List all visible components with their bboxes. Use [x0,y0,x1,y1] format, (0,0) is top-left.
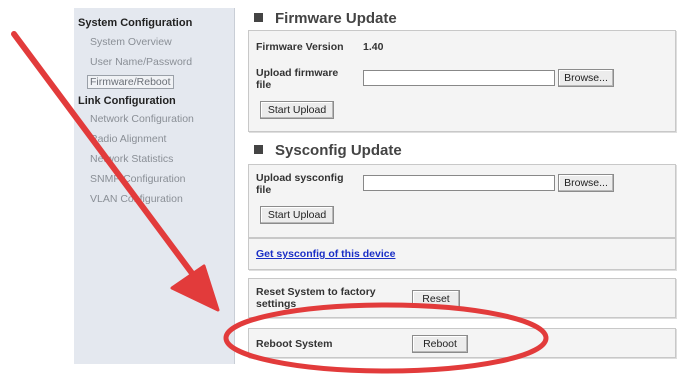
firmware-browse-button[interactable]: Browse... [558,69,614,87]
nav-item-system-overview[interactable]: System Overview [90,36,172,48]
nav-item-radio-alignment[interactable]: Radio Alignment [90,133,166,145]
reset-panel: Reset System to factory settings Reset [248,278,676,318]
sysconfig-browse-button[interactable]: Browse... [558,174,614,192]
get-sysconfig-link[interactable]: Get sysconfig of this device [256,248,395,260]
firmware-version-value: 1.40 [363,41,384,53]
upload-firmware-label: Upload firmware file [256,67,339,91]
firmware-version-label: Firmware Version [256,41,344,53]
nav-item-network-configuration[interactable]: Network Configuration [90,113,194,125]
firmware-panel: Firmware Version 1.40 Upload firmware fi… [248,30,676,132]
sidebar: System Configuration System Overview Use… [74,8,235,364]
square-bullet-icon [254,144,263,154]
firmware-update-heading: Firmware Update [254,10,397,27]
square-bullet-icon [254,12,263,22]
reboot-button[interactable]: Reboot [412,335,468,353]
firmware-start-upload-button[interactable]: Start Upload [260,101,334,119]
nav-item-vlan-configuration[interactable]: VLAN Configuration [90,193,183,205]
get-sysconfig-panel: Get sysconfig of this device [248,238,676,270]
upload-sysconfig-label: Upload sysconfig file [256,172,344,196]
sysconfig-update-heading: Sysconfig Update [254,142,402,159]
firmware-file-input[interactable] [363,70,555,86]
reset-button[interactable]: Reset [412,290,460,308]
reset-system-label: Reset System to factory settings [256,286,376,310]
reboot-system-label: Reboot System [256,338,333,350]
main-content: Firmware Update Firmware Version 1.40 Up… [240,8,678,364]
reboot-panel: Reboot System Reboot [248,328,676,358]
nav-item-network-statistics[interactable]: Network Statistics [90,153,173,165]
sysconfig-start-upload-button[interactable]: Start Upload [260,206,334,224]
nav-item-user-password[interactable]: User Name/Password [90,56,192,68]
nav-item-snmp-configuration[interactable]: SNMP Configuration [90,173,186,185]
nav-heading-link: Link Configuration [78,95,176,107]
nav-heading-system: System Configuration [78,17,193,29]
sysconfig-file-input[interactable] [363,175,555,191]
sysconfig-panel: Upload sysconfig file Browse... Start Up… [248,164,676,238]
nav-item-firmware-reboot[interactable]: Firmware/Reboot [87,75,174,89]
